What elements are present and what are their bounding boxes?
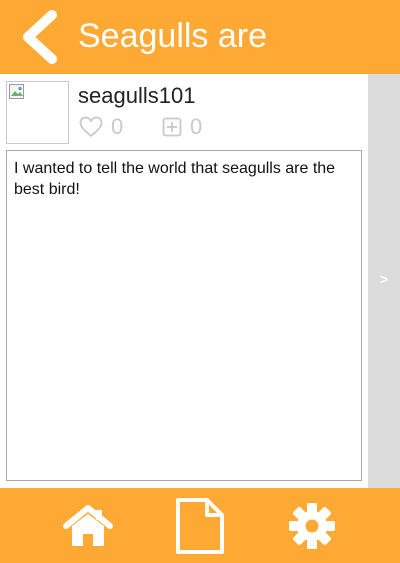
avatar[interactable] [6,81,69,144]
home-button[interactable] [58,488,118,563]
next-page-button[interactable]: > [368,74,400,488]
home-icon [63,504,113,546]
back-button[interactable] [18,10,62,64]
like-button[interactable]: 0 [79,114,124,139]
broken-image-icon [9,84,24,99]
add-count: 0 [190,114,203,139]
settings-button[interactable] [282,488,342,563]
username[interactable]: seagulls101 [78,83,195,109]
gear-icon [289,502,335,549]
next-arrow-label: > [379,271,389,287]
chevron-left-icon [23,10,57,64]
heart-icon [79,116,103,138]
bottom-nav [0,488,400,563]
post-panel: seagulls101 0 0 I wanted to tell the wor… [0,74,368,488]
app-header: Seagulls are [0,0,400,74]
document-icon [176,497,224,554]
post-body: I wanted to tell the world that seagulls… [6,150,362,481]
document-button[interactable] [168,488,232,563]
page-title: Seagulls are [78,17,268,55]
plus-square-icon [162,117,182,137]
add-button[interactable]: 0 [162,114,203,139]
like-count: 0 [111,114,124,139]
